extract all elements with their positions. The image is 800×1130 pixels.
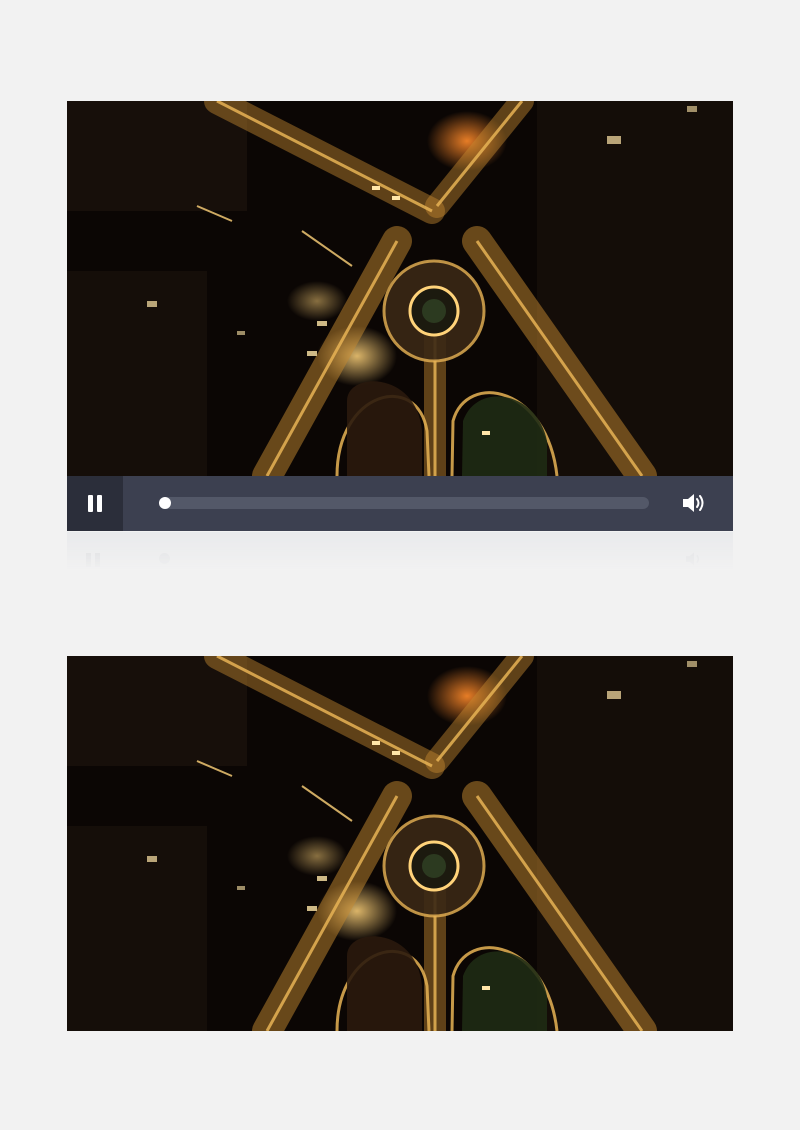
video-player (67, 101, 733, 531)
volume-button[interactable] (681, 492, 707, 514)
aerial-roundabout-video-image (67, 101, 733, 476)
pause-button[interactable] (67, 476, 123, 531)
progress-bar[interactable] (159, 497, 649, 509)
video-frame[interactable] (67, 101, 733, 476)
progress-knob[interactable] (159, 497, 171, 509)
aerial-roundabout-still-image (67, 656, 733, 1031)
control-bar-reflection (67, 532, 733, 572)
pause-icon (88, 495, 102, 512)
volume-icon (683, 494, 704, 512)
player-control-bar (67, 476, 733, 531)
video-still-image (67, 656, 733, 1031)
